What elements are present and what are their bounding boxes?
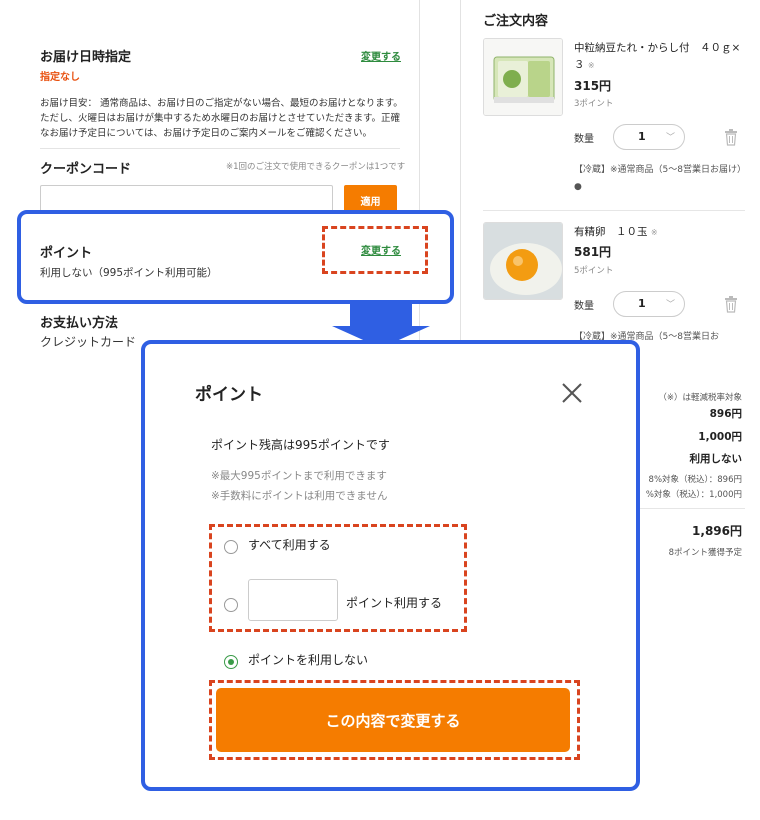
delivery-guide-1: お届け目安： 通常商品は、お届け日のご指定がない場合、最短のお届けとなります。 (40, 98, 403, 109)
delivery-guide-3: なお届け予定日については、お届け予定日のご案内メールをご確認ください。 (40, 128, 373, 139)
qty-value: 1 (638, 130, 646, 143)
order-title: ご注文内容 (483, 14, 549, 29)
use-partial-label[interactable]: ポイント利用する (346, 594, 442, 611)
chevron-down-icon: ﹀ (666, 133, 676, 143)
qty-select-natto[interactable]: 1 ﹀ (613, 124, 685, 150)
modal-title: ポイント (195, 385, 263, 405)
delivery-change-link[interactable]: 変更する (361, 48, 401, 63)
delivery-guide-2: ただし、火曜日はお届けが集中するため水曜日のお届けとさせていただきます。正確 (40, 113, 401, 124)
tax-10-line: %対象（税込）：1,000円 (645, 490, 742, 500)
tax-8-line: 8%対象（税込）：896円 (648, 475, 742, 485)
radio-use-all[interactable] (224, 540, 238, 554)
product-name-egg[interactable]: 有精卵 １０玉 ※ (574, 224, 744, 241)
points-title: ポイント (40, 246, 93, 261)
subtotal-value: 896円 (709, 408, 742, 420)
radio-use-partial[interactable] (224, 598, 238, 612)
egg-image (484, 223, 562, 299)
divider (40, 148, 400, 149)
fee-points-note: ※手数料にポイントは利用できません (211, 490, 388, 502)
product-price-natto: 315円 (574, 79, 612, 93)
shipping-value: 1,000円 (698, 431, 742, 443)
points-use-value: 利用しない (689, 453, 743, 465)
chevron-down-icon: ﹀ (666, 300, 676, 310)
submit-change-button[interactable]: この内容で変更する (216, 688, 570, 752)
trash-icon[interactable] (723, 295, 739, 313)
product-points-egg: 5ポイント (574, 266, 614, 276)
product-points-natto: 3ポイント (574, 99, 614, 109)
product-image-natto[interactable] (483, 38, 563, 116)
radio-use-none[interactable] (224, 655, 238, 669)
delivery-title: お届け日時指定 (40, 50, 132, 65)
points-value: 利用しない（995ポイント利用可能） (40, 267, 218, 279)
natto-image (484, 39, 562, 115)
max-points-note: ※最大995ポイントまで利用できます (211, 470, 387, 482)
delivery-note-natto: 【冷蔵】※通常商品（5～8営業日お届け） ● (574, 165, 746, 192)
points-modal: ポイント ポイント残高は995ポイントです ※最大995ポイントまで利用できます… (141, 340, 640, 791)
qty-value: 1 (638, 297, 646, 310)
coupon-note: ※1回のご注文で使用できるクーポンは1つです (226, 162, 406, 172)
close-icon[interactable] (561, 382, 583, 404)
qty-select-egg[interactable]: 1 ﹀ (613, 291, 685, 317)
change-link-callout (322, 226, 428, 274)
payment-value: クレジットカード (40, 335, 137, 349)
product-price-egg: 581円 (574, 245, 612, 259)
arrow-down-icon (350, 300, 412, 326)
product-image-egg[interactable] (483, 222, 563, 300)
use-none-label[interactable]: ポイントを利用しない (248, 651, 368, 668)
use-all-label[interactable]: すべて利用する (248, 536, 331, 553)
payment-title: お支払い方法 (40, 316, 119, 331)
trash-icon[interactable] (723, 128, 739, 146)
coupon-title: クーポンコード (40, 162, 132, 177)
delivery-value: 指定なし (40, 72, 80, 83)
divider (483, 210, 745, 211)
total-value: 1,896円 (692, 524, 742, 538)
qty-label: 数量 (574, 301, 594, 312)
earned-points: 8ポイント獲得予定 (668, 548, 742, 558)
product-name-natto[interactable]: 中粒納豆たれ・からし付 ４０ｇ×３ ※ (574, 40, 744, 74)
points-amount-input[interactable] (248, 579, 338, 621)
reduced-tax-note: （※）は軽減税率対象 (658, 393, 742, 403)
points-balance: ポイント残高は995ポイントです (211, 438, 390, 452)
qty-label: 数量 (574, 134, 594, 145)
